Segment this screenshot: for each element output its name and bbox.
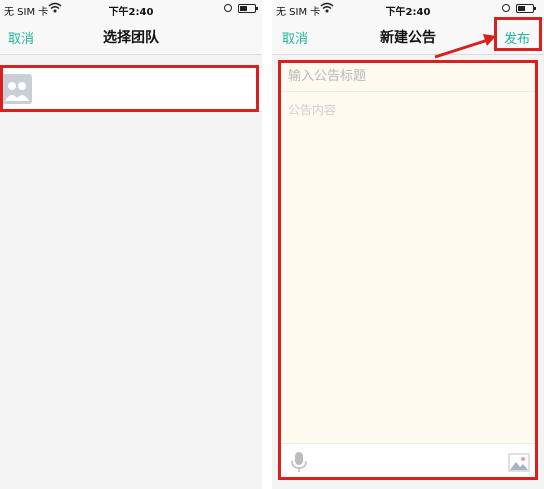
annotation-arrow (434, 34, 496, 59)
